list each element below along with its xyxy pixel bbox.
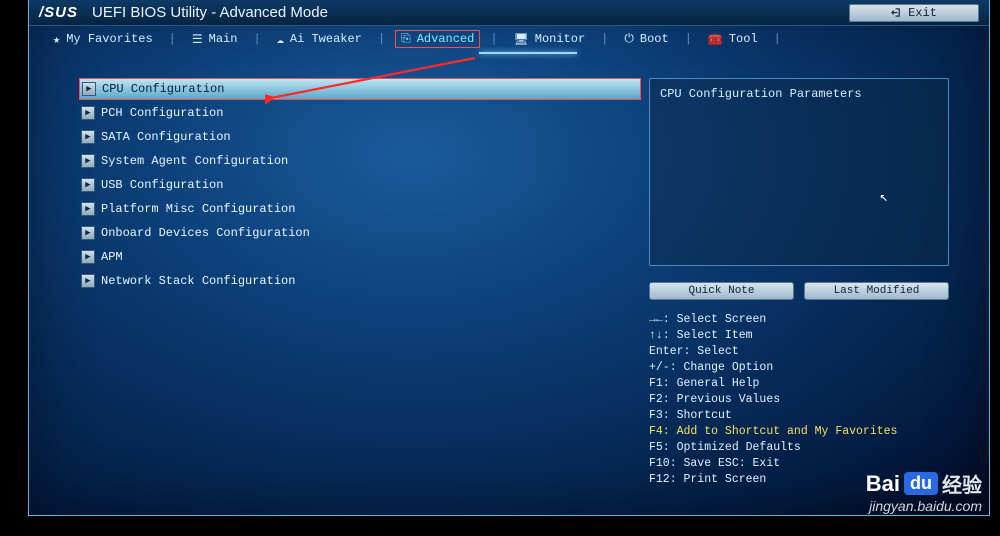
title-bar: /SUS UEFI BIOS Utility - Advanced Mode E… [29, 0, 989, 26]
submenu-icon: ▶ [81, 130, 95, 144]
menu-usb-configuration[interactable]: ▶USB Configuration [79, 174, 641, 196]
exit-icon [891, 7, 902, 18]
submenu-icon: ▶ [81, 178, 95, 192]
tab-my-favorites[interactable]: ★ My Favorites [47, 30, 159, 49]
quick-note-button[interactable]: Quick Note [649, 282, 794, 300]
menu-sata-configuration[interactable]: ▶SATA Configuration [79, 126, 641, 148]
info-title: CPU Configuration Parameters [660, 87, 862, 101]
menu-onboard-devices-configuration[interactable]: ▶Onboard Devices Configuration [79, 222, 641, 244]
tab-bar: ★ My Favorites | ☰ Main | ☁ Ai Tweaker |… [29, 26, 989, 52]
submenu-icon: ▶ [82, 82, 96, 96]
mouse-cursor-icon: ↖ [880, 189, 888, 206]
tab-main[interactable]: ☰ Main [186, 30, 244, 49]
active-tab-underline [479, 52, 577, 54]
menu-platform-misc-configuration[interactable]: ▶Platform Misc Configuration [79, 198, 641, 220]
menu-pch-configuration[interactable]: ▶PCH Configuration [79, 102, 641, 124]
right-pane: CPU Configuration Parameters ↖ Quick Not… [649, 78, 949, 490]
watermark: Bai du 经验 jingyan.baidu.com [866, 469, 982, 514]
tab-boot[interactable]: ⏻ Boot [618, 30, 674, 48]
brand-logo: /SUS [39, 4, 78, 21]
info-box: CPU Configuration Parameters ↖ [649, 78, 949, 266]
menu-apm[interactable]: ▶APM [79, 246, 641, 268]
last-modified-button[interactable]: Last Modified [804, 282, 949, 300]
menu-network-stack-configuration[interactable]: ▶Network Stack Configuration [79, 270, 641, 292]
main-area: ▶CPU Configuration ▶PCH Configuration ▶S… [79, 78, 949, 490]
menu-system-agent-configuration[interactable]: ▶System Agent Configuration [79, 150, 641, 172]
submenu-icon: ▶ [81, 106, 95, 120]
submenu-icon: ▶ [81, 154, 95, 168]
exit-button[interactable]: Exit [849, 4, 979, 22]
menu-cpu-configuration[interactable]: ▶CPU Configuration [79, 78, 641, 100]
tab-ai-tweaker[interactable]: ☁ Ai Tweaker [271, 30, 368, 49]
submenu-icon: ▶ [81, 202, 95, 216]
tab-tool[interactable]: 🧰 Tool [702, 30, 764, 49]
help-keys: →←: Select Screen ↑↓: Select Item Enter:… [649, 312, 949, 488]
bios-window: /SUS UEFI BIOS Utility - Advanced Mode E… [28, 0, 990, 516]
submenu-icon: ▶ [81, 250, 95, 264]
submenu-icon: ▶ [81, 274, 95, 288]
menu-list: ▶CPU Configuration ▶PCH Configuration ▶S… [79, 78, 641, 490]
submenu-icon: ▶ [81, 226, 95, 240]
tab-monitor[interactable]: 🖥 Monitor [508, 30, 592, 49]
tab-advanced[interactable]: ⎘ Advanced [395, 30, 480, 48]
window-title: UEFI BIOS Utility - Advanced Mode [92, 4, 328, 21]
